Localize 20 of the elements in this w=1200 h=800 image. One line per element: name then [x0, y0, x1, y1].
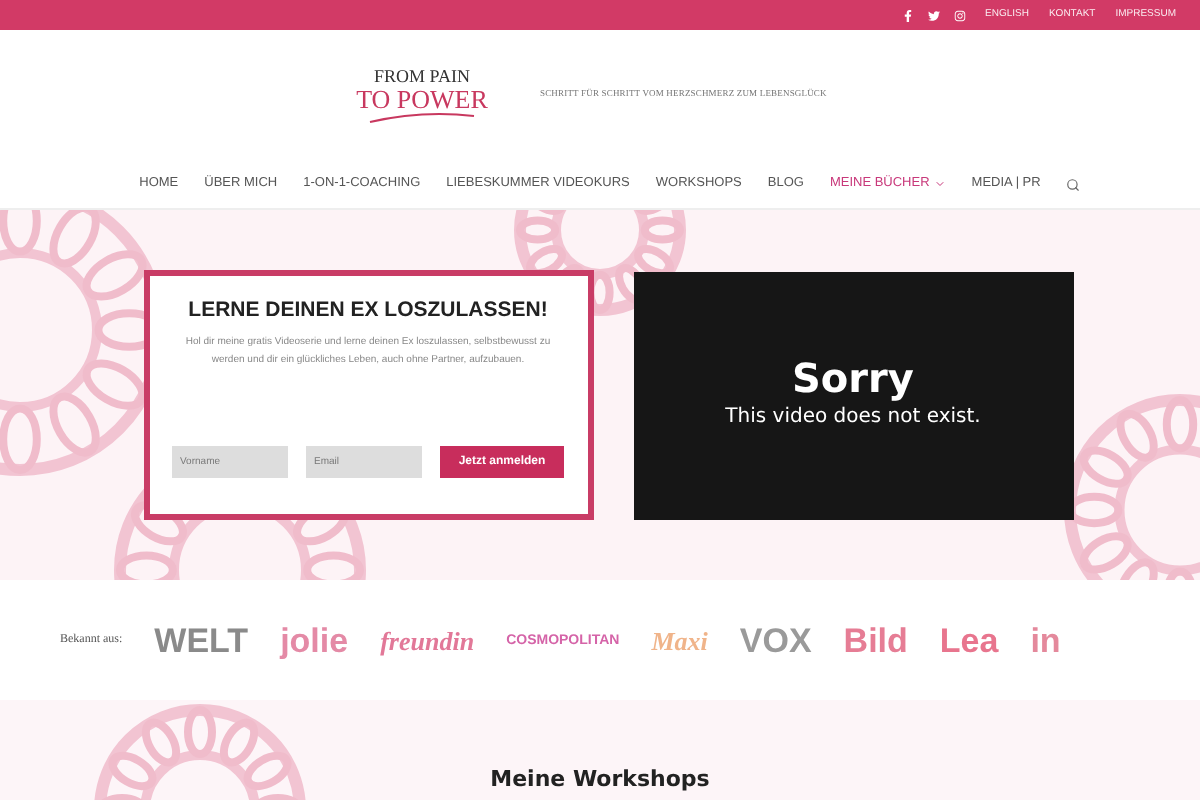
press-logo: freundin	[380, 627, 475, 653]
logo-text: FROM PAIN	[374, 67, 470, 85]
video-error-message: This video does not exist.	[725, 404, 981, 432]
instagram-icon[interactable]	[953, 9, 966, 21]
swoosh-icon	[366, 111, 478, 123]
video-error-title: Sorry	[792, 358, 914, 398]
press-logo: Maxi	[651, 627, 708, 653]
logo[interactable]: FROM PAIN TO POWER	[352, 67, 492, 123]
press-logo: WELT	[154, 623, 249, 657]
press-logo: jolie	[280, 623, 349, 657]
facebook-icon[interactable]	[901, 9, 914, 21]
press-logo: VOX	[739, 623, 812, 657]
search-icon[interactable]	[1066, 177, 1081, 191]
signup-title: LERNE DEINEN EX LOSZULASSEN!	[188, 296, 548, 326]
press-logo: Lea	[939, 623, 999, 657]
section-title: Meine Workshops	[490, 763, 710, 795]
press-logo: in	[1030, 623, 1061, 657]
logo-text: TO POWER	[356, 85, 488, 111]
twitter-icon[interactable]	[927, 9, 940, 21]
press-logo: Bild	[843, 623, 908, 657]
